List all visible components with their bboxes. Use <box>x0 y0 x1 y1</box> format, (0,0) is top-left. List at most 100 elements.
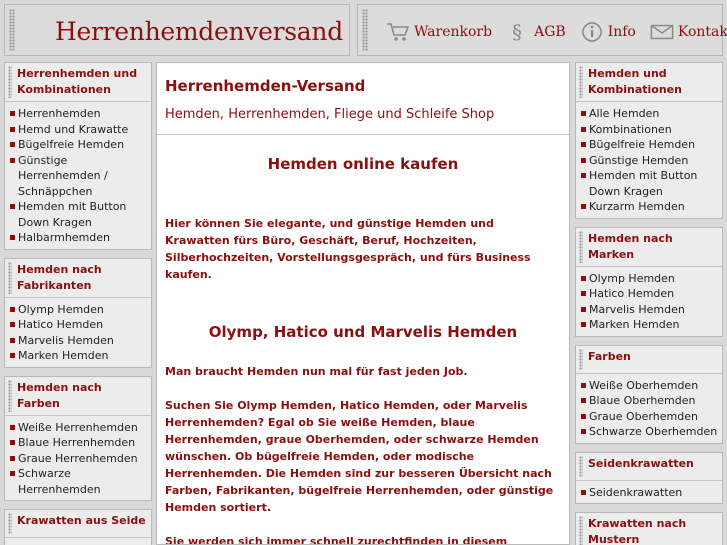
nav-agb[interactable]: § AGB <box>506 21 566 43</box>
sidebar-box-herrenhemden-und-kombinationen: Herrenhemden und Kombinationen Herrenhemd… <box>4 62 152 250</box>
sidebar-link-olymp-hemden[interactable]: Olymp Hemden <box>10 302 148 318</box>
sidebar-link-hatico-hemden[interactable]: Hatico Hemden <box>10 317 148 333</box>
sidebar-link-herrenhemden[interactable]: Herrenhemden <box>10 106 148 122</box>
sidebar-box-farben: Farben Weiße Oberhemden Blaue Oberhemden Gr… <box>575 344 723 444</box>
sidebar-link-list: Alle Hemden Kombinationen Bügelfreie Hemde… <box>576 102 722 218</box>
main-content: Herrenhemden-Versand Hemden, Herrenhemde… <box>156 62 570 545</box>
sidebar-link-kombinationen[interactable]: Kombinationen <box>581 122 719 138</box>
grip-handle-icon <box>9 9 15 51</box>
job-paragraph: Man braucht Hemden nun mal für fast jede… <box>165 365 468 378</box>
grip-handle-icon <box>579 516 583 545</box>
grip-handle-icon <box>8 513 12 534</box>
sidebar-link-blaue-oberhemden[interactable]: Blaue Oberhemden <box>581 393 719 409</box>
sidebar-link-hemden-mit-button-down-kragen[interactable]: Hemden mit Button Down Kragen <box>581 168 719 199</box>
grip-handle-icon <box>8 379 12 412</box>
sidebar-link-marken-hemden[interactable]: Marken Hemden <box>10 348 148 364</box>
sidebar-link-seidenkrawatten[interactable]: Seidenkrawatten <box>581 485 719 501</box>
sidebar-box-header: Hemden nach Farben <box>5 377 151 416</box>
heading-hemden-online: Hemden online kaufen <box>267 155 459 173</box>
sidebar-link-guenstige-herrenhemden-schnaeppchen[interactable]: Günstige Herrenhemden / Schnäppchen <box>10 153 148 200</box>
nav-cart-label: Warenkorb <box>414 24 493 40</box>
sidebar-link-hatico-hemden[interactable]: Hatico Hemden <box>581 286 719 302</box>
nav-info-label: Info <box>607 24 636 40</box>
sidebar-link-schwarze-herrenhemden[interactable]: Schwarze Herrenhemden <box>10 466 148 497</box>
closing-paragraph: Sie werden sich immer schnell zurechtfin… <box>165 535 508 545</box>
nav-info[interactable]: Info <box>580 21 636 43</box>
sidebar-link-schwarze-oberhemden[interactable]: Schwarze Oberhemden <box>581 424 719 440</box>
sidebar-link-marvelis-hemden[interactable]: Marvelis Hemden <box>10 333 148 349</box>
sidebar-link-graue-oberhemden[interactable]: Graue Oberhemden <box>581 409 719 425</box>
sidebar-link-list: Krawatten aus Seide <box>5 538 151 545</box>
sidebar-box-krawatten-nach-mustern: Krawatten nach Mustern <box>575 512 723 545</box>
mail-icon <box>650 21 674 43</box>
sidebar-link-weisse-oberhemden[interactable]: Weiße Oberhemden <box>581 378 719 394</box>
grip-handle-icon <box>579 348 583 370</box>
sidebar-box-hemden-nach-marken: Hemden nach Marken Olymp Hemden Hatico Hem… <box>575 226 723 337</box>
grip-handle-icon <box>362 9 368 51</box>
sidebar-link-graue-herrenhemden[interactable]: Graue Herrenhemden <box>10 451 148 467</box>
main-header: Herrenhemden-Versand Hemden, Herrenhemde… <box>157 63 569 135</box>
info-icon <box>580 21 604 43</box>
sidebar-box-header: Hemden nach Marken <box>576 228 722 267</box>
intro-paragraph: Hier können Sie elegante, und günstige H… <box>165 217 531 281</box>
sidebar-box-header: Farben <box>576 346 722 374</box>
article: Hemden online kaufen Hier können Sie ele… <box>157 155 569 545</box>
nav-kontakt[interactable]: Kontakt <box>650 21 727 43</box>
sidebar-box-hemden-und-kombinationen: Hemden und Kombinationen Alle Hemden Kombi… <box>575 62 723 219</box>
sidebar-box-title[interactable]: Farben <box>588 349 718 365</box>
grip-handle-icon <box>8 261 12 294</box>
page-subtitle: Hemden, Herrenhemden, Fliege und Schleif… <box>165 107 495 122</box>
sidebar-box-seidenkrawatten: Seidenkrawatten Seidenkrawatten <box>575 451 723 504</box>
sidebar-link-list: Herrenhemden Hemd und Krawatte Bügelfreie … <box>5 102 151 249</box>
sidebar-box-title[interactable]: Hemden nach Marken <box>588 231 718 263</box>
sidebar-link-list: Seidenkrawatten <box>576 481 722 504</box>
sidebar-link-olymp-hemden[interactable]: Olymp Hemden <box>581 271 719 287</box>
sidebar-link-marken-hemden[interactable]: Marken Hemden <box>581 317 719 333</box>
sidebar-box-title[interactable]: Herrenhemden und Kombinationen <box>17 66 147 98</box>
sidebar-link-hemden-mit-button-down-kragen[interactable]: Hemden mit Button Down Kragen <box>10 199 148 230</box>
grip-handle-icon <box>579 230 583 263</box>
cart-icon <box>386 21 410 43</box>
sidebar-box-header: Herrenhemden und Kombinationen <box>5 63 151 102</box>
sidebar-link-buegelfreie-hemden[interactable]: Bügelfreie Hemden <box>581 137 719 153</box>
sidebar-link-halbarmhemden[interactable]: Halbarmhemden <box>10 230 148 246</box>
sidebar-box-header: Krawatten nach Mustern <box>576 513 722 545</box>
header-title-bar: Herrenhemdenversand <box>4 4 350 56</box>
nav-agb-label: AGB <box>534 24 566 40</box>
sidebar-box-title[interactable]: Krawatten aus Seide <box>17 513 147 529</box>
sidebar-link-buegelfreie-hemden[interactable]: Bügelfreie Hemden <box>10 137 148 153</box>
sidebar-link-weisse-herrenhemden[interactable]: Weiße Herrenhemden <box>10 420 148 436</box>
site-title[interactable]: Herrenhemdenversand <box>55 17 343 46</box>
sidebar-link-kurzarm-hemden[interactable]: Kurzarm Hemden <box>581 199 719 215</box>
sidebar-box-hemden-nach-fabrikanten: Hemden nach Fabrikanten Olymp Hemden Hatic… <box>4 257 152 368</box>
sidebar-box-krawatten-aus-seide: Krawatten aus Seide Krawatten aus Seide <box>4 509 152 545</box>
nav-kontakt-label: Kontakt <box>677 24 727 40</box>
grip-handle-icon <box>579 455 583 477</box>
left-sidebar: Herrenhemden und Kombinationen Herrenhemd… <box>4 62 152 545</box>
sidebar-box-header: Hemden nach Fabrikanten <box>5 259 151 298</box>
nav-cart[interactable]: Warenkorb <box>386 21 492 43</box>
sidebar-link-hemd-und-krawatte[interactable]: Hemd und Krawatte <box>10 122 148 138</box>
sidebar-box-title[interactable]: Seidenkrawatten <box>588 456 718 472</box>
sidebar-link-list: Weiße Herrenhemden Blaue Herrenhemden Grau… <box>5 416 151 501</box>
sidebar-link-alle-hemden[interactable]: Alle Hemden <box>581 106 719 122</box>
sidebar-box-hemden-nach-farben: Hemden nach Farben Weiße Herrenhemden Blau… <box>4 375 152 501</box>
header-nav-bar: Warenkorb § AGB Info Kontakt <box>357 4 727 56</box>
sidebar-box-title[interactable]: Hemden nach Farben <box>17 380 147 412</box>
sidebar-box-title[interactable]: Hemden nach Fabrikanten <box>17 262 147 294</box>
svg-text:§: § <box>512 21 522 43</box>
sidebar-box-title[interactable]: Krawatten nach Mustern <box>588 516 718 545</box>
sidebar-link-guenstige-hemden[interactable]: Günstige Hemden <box>581 153 719 169</box>
sidebar-box-title[interactable]: Hemden und Kombinationen <box>588 66 718 98</box>
sidebar-link-marvelis-hemden[interactable]: Marvelis Hemden <box>581 302 719 318</box>
sidebar-box-header: Krawatten aus Seide <box>5 510 151 538</box>
search-paragraph: Suchen Sie Olymp Hemden, Hatico Hemden, … <box>165 399 554 514</box>
right-sidebar: Hemden und Kombinationen Alle Hemden Kombi… <box>575 62 723 545</box>
sidebar-box-header: Hemden und Kombinationen <box>576 63 722 102</box>
grip-handle-icon <box>579 66 583 98</box>
page-title: Herrenhemden-Versand <box>165 77 366 95</box>
sidebar-link-list: Weiße Oberhemden Blaue Oberhemden Graue Ob… <box>576 374 722 443</box>
sidebar-box-header: Seidenkrawatten <box>576 453 722 481</box>
sidebar-link-blaue-herrenhemden[interactable]: Blaue Herrenhemden <box>10 435 148 451</box>
heading-marken: Olymp, Hatico und Marvelis Hemden <box>208 323 518 341</box>
